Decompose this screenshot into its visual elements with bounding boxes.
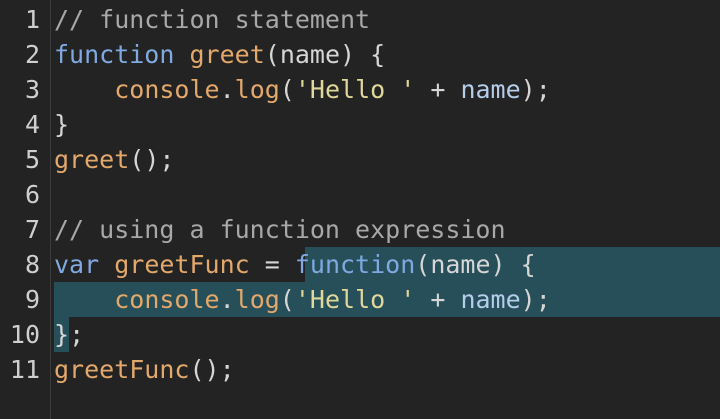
line-number: 5 <box>24 145 40 174</box>
code-line[interactable]: 10}; <box>0 317 720 352</box>
code-line[interactable]: 5 greet(); <box>0 142 720 177</box>
code-token-plain: (); <box>129 145 175 174</box>
code-token-plain: ( <box>279 75 295 104</box>
code-token-plain: ) { <box>490 250 536 279</box>
line-code: greetFunc(); <box>54 352 235 387</box>
code-token-function: console <box>114 75 220 104</box>
code-token-function: greet <box>189 40 265 69</box>
code-token-plain: ( <box>264 40 280 69</box>
code-token-plain: + <box>415 75 461 104</box>
code-token-string: 'Hello ' <box>294 285 416 314</box>
code-token-function: log <box>234 285 280 314</box>
code-token-comment: // function statement <box>54 5 371 34</box>
line-number: 4 <box>24 110 40 139</box>
line-number: 2 <box>24 40 40 69</box>
code-token-plain: ) { <box>340 40 386 69</box>
code-line[interactable]: 7 // using a function expression <box>0 212 720 247</box>
code-token-keyword: function <box>294 250 416 279</box>
code-token-plain: } <box>54 110 70 139</box>
code-editor[interactable]: 1// function statement 2 function greet(na… <box>0 0 720 419</box>
code-token-plain: name <box>279 40 341 69</box>
code-token-plain: ( <box>415 250 431 279</box>
code-line[interactable]: 1 // function statement <box>0 2 720 37</box>
line-code: greet(); <box>54 142 174 177</box>
code-line[interactable]: 2 function greet(name) { <box>0 37 720 72</box>
code-token-function: log <box>234 75 280 104</box>
line-code: function greet(name) { <box>54 37 385 72</box>
line-number: 11 <box>9 355 40 384</box>
code-line[interactable]: 3 console.log('Hello ' + name); <box>0 72 720 107</box>
code-token-function: greet <box>54 145 130 174</box>
line-number: 3 <box>24 75 40 104</box>
code-line[interactable]: 4} <box>0 107 720 142</box>
line-code: // function statement <box>54 2 370 37</box>
code-token-string: 'Hello ' <box>294 75 416 104</box>
code-token-plain: ( <box>279 285 295 314</box>
code-token-plain: = <box>249 250 295 279</box>
code-token-plain: . <box>219 285 235 314</box>
line-number: 9 <box>24 285 40 314</box>
code-token-plain: } <box>54 320 70 349</box>
line-code: console.log('Hello ' + name); <box>54 72 551 107</box>
code-line[interactable]: 6 <box>0 177 720 212</box>
line-number: 6 <box>24 180 40 209</box>
code-token-variable: name <box>460 285 521 314</box>
line-number: 10 <box>9 320 40 349</box>
code-line[interactable]: 9 console.log('Hello ' + name); <box>0 282 720 317</box>
code-token-plain: (); <box>189 355 235 384</box>
code-token-variable: name <box>460 75 521 104</box>
code-lines[interactable]: 1// function statement 2 function greet(na… <box>0 2 720 387</box>
line-code: console.log('Hello ' + name); <box>54 282 551 317</box>
code-token-plain: name <box>430 250 491 279</box>
line-code: // using a function expression <box>54 212 506 247</box>
line-number: 8 <box>24 250 40 279</box>
code-token-keyword: function <box>54 40 175 69</box>
code-token-plain: ); <box>520 75 551 104</box>
line-code: }; <box>54 317 84 352</box>
code-line[interactable]: 11 greetFunc(); <box>0 352 720 387</box>
code-line[interactable]: 8 var greetFunc = function(name) { <box>0 247 720 282</box>
line-number: 7 <box>24 215 40 244</box>
code-token-plain: . <box>219 75 235 104</box>
code-token-function: console <box>114 285 220 314</box>
line-code: } <box>54 107 69 142</box>
code-token-plain: ); <box>520 285 551 314</box>
code-token-comment: // using a function expression <box>54 215 506 244</box>
code-token-function: greetFunc <box>54 355 190 384</box>
code-token-plain: + <box>415 285 461 314</box>
code-token-function: greetFunc <box>114 250 250 279</box>
code-token-plain: ; <box>69 320 85 349</box>
code-token-keyword: var <box>54 250 100 279</box>
line-code: var greetFunc = function(name) { <box>54 247 536 282</box>
line-number: 1 <box>24 5 40 34</box>
